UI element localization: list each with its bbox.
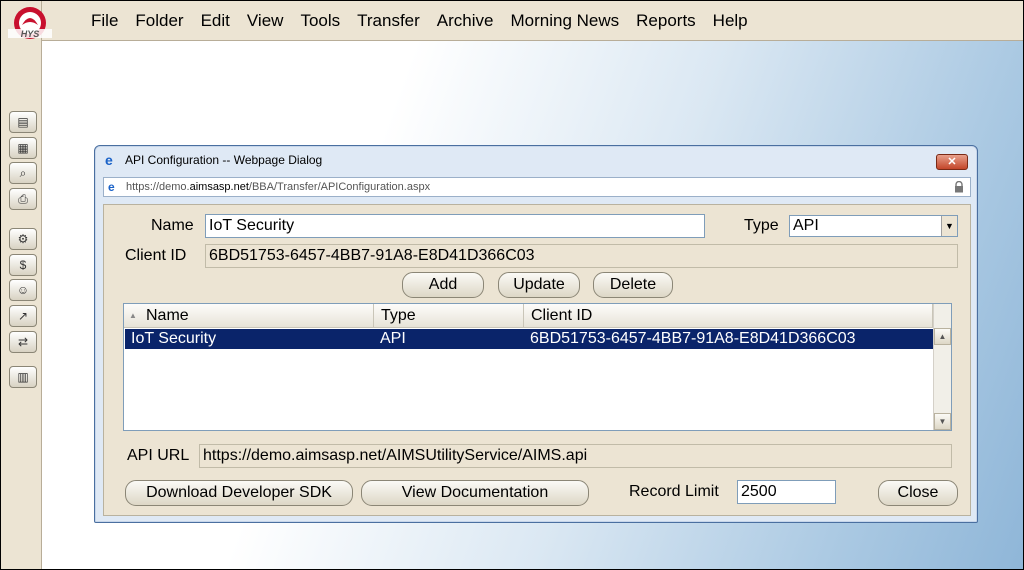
view-documentation-button[interactable]: View Documentation [361, 480, 589, 506]
name-input[interactable] [205, 214, 705, 238]
name-label: Name [151, 217, 194, 234]
row-type: API [380, 330, 406, 347]
type-select[interactable]: API ▼ [789, 215, 958, 237]
menu-tools[interactable]: Tools [300, 11, 340, 31]
report-icon[interactable]: ▥ [9, 366, 37, 388]
close-button[interactable]: Close [878, 480, 958, 506]
column-header-type[interactable]: Type [374, 304, 524, 328]
update-button[interactable]: Update [498, 272, 580, 298]
type-select-value: API [793, 217, 819, 234]
app-logo[interactable]: HYS [4, 5, 56, 45]
menu-archive[interactable]: Archive [437, 11, 494, 31]
menu-help[interactable]: Help [713, 11, 748, 31]
left-toolbar: ▤ ▦ ⌕ ⎙ ⚙ $ ☺ ↗ ⇄ ▥ [1, 1, 42, 569]
dialog-titlebar[interactable]: e API Configuration -- Webpage Dialog [95, 146, 977, 174]
client-id-field[interactable] [205, 244, 958, 268]
column-header-name[interactable]: ▲ Name [124, 304, 374, 328]
menubar: File Folder Edit View Tools Transfer Arc… [67, 1, 1023, 41]
menu-file[interactable]: File [91, 11, 118, 31]
browser-icon: e [105, 152, 113, 168]
record-limit-label: Record Limit [629, 483, 719, 500]
menu-reports[interactable]: Reports [636, 11, 696, 31]
type-label: Type [744, 217, 779, 234]
column-header-client-id[interactable]: Client ID [524, 304, 933, 328]
add-button[interactable]: Add [402, 272, 484, 298]
menu-view[interactable]: View [247, 11, 284, 31]
client-id-label: Client ID [125, 247, 187, 264]
scroll-down-icon[interactable]: ▼ [934, 413, 951, 430]
page-icon: e [108, 180, 115, 194]
people-icon[interactable]: ☺ [9, 279, 37, 301]
dialog-title: API Configuration -- Webpage Dialog [125, 153, 323, 167]
address-bar: e https://demo. aimsasp.net/BBA/Transfer/… [103, 177, 971, 197]
logo-text: HYS [21, 29, 40, 39]
transfer-icon[interactable]: ⇄ [9, 331, 37, 353]
dialog-close-icon[interactable]: ✕ [936, 154, 968, 170]
url-prefix: https://demo. [126, 181, 190, 193]
document-icon[interactable]: ▦ [9, 137, 37, 159]
printer-icon[interactable]: ⎙ [9, 188, 37, 210]
dollar-icon[interactable]: $ [9, 254, 37, 276]
api-grid: ▲ Name Type Client ID IoT Security API 6… [123, 303, 952, 431]
table-row[interactable]: IoT Security API 6BD51753-6457-4BB7-91A8… [125, 329, 933, 349]
column-header-name-label: Name [146, 307, 189, 324]
chart-icon[interactable]: ↗ [9, 305, 37, 327]
search-icon[interactable]: ⌕ [9, 162, 37, 184]
row-client-id: 6BD51753-6457-4BB7-91A8-E8D41D366C03 [530, 330, 856, 347]
url-path: /BBA/Transfer/APIConfiguration.aspx [248, 181, 431, 193]
grid-scrollbar[interactable]: ▲ ▼ [933, 304, 951, 430]
row-name: IoT Security [131, 330, 217, 347]
api-configuration-dialog: e API Configuration -- Webpage Dialog ✕ … [94, 145, 978, 523]
record-limit-input[interactable] [737, 480, 836, 504]
menu-morning-news[interactable]: Morning News [510, 11, 619, 31]
lock-icon [955, 181, 963, 193]
api-url-label: API URL [127, 447, 190, 464]
list-icon[interactable]: ▤ [9, 111, 37, 133]
menu-folder[interactable]: Folder [135, 11, 183, 31]
scroll-up-icon[interactable]: ▲ [934, 328, 951, 345]
api-url-field[interactable] [199, 444, 952, 468]
dialog-content: Name Type API ▼ Client ID Add Update Del… [103, 204, 971, 516]
url-host: aimsasp.net [189, 181, 249, 193]
grid-header: ▲ Name Type Client ID [124, 304, 933, 328]
menu-edit[interactable]: Edit [201, 11, 230, 31]
settings-icon[interactable]: ⚙ [9, 228, 37, 250]
menu-transfer[interactable]: Transfer [357, 11, 420, 31]
delete-button[interactable]: Delete [593, 272, 673, 298]
download-sdk-button[interactable]: Download Developer SDK [125, 480, 353, 506]
chevron-down-icon[interactable]: ▼ [941, 216, 957, 236]
sort-up-icon: ▲ [129, 311, 137, 320]
